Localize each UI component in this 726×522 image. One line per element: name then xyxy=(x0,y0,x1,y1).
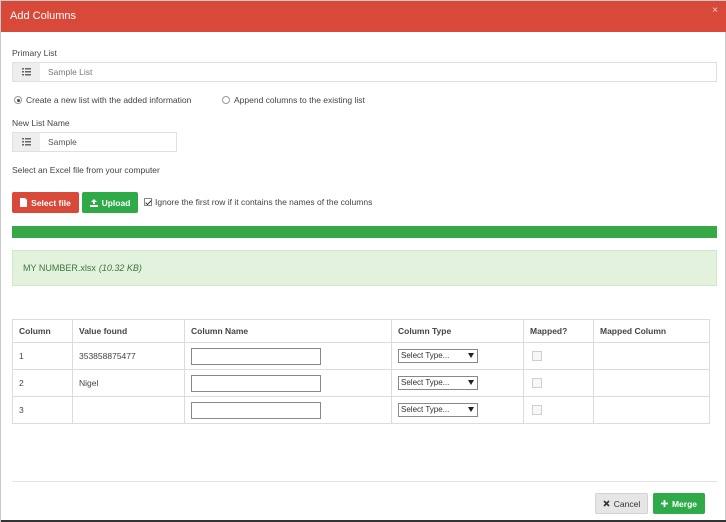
table-header-row: Column Value found Column Name Column Ty… xyxy=(12,319,710,343)
new-list-name-value: Sample xyxy=(48,137,77,147)
primary-list-label: Primary List xyxy=(12,48,57,58)
col-header-mapped: Mapped? xyxy=(523,319,594,343)
columns-table: Column Value found Column Name Column Ty… xyxy=(12,319,710,424)
column-type-select[interactable]: Select Type... xyxy=(398,349,478,363)
column-type-select[interactable]: Select Type... xyxy=(398,403,478,417)
select-file-button[interactable]: Select file xyxy=(12,192,79,213)
cell-value-found xyxy=(72,396,185,424)
table-row: 3 Select Type... xyxy=(12,396,710,424)
uploaded-file-size: (10.32 KB) xyxy=(98,263,142,273)
uploaded-file-name: MY NUMBER.xlsx xyxy=(23,263,96,273)
col-header-column: Column xyxy=(12,319,73,343)
col-header-column-name: Column Name xyxy=(184,319,392,343)
caret-down-icon xyxy=(468,407,474,412)
dialog-header: Add Columns × xyxy=(1,1,726,32)
file-icon xyxy=(20,198,28,207)
select-excel-label: Select an Excel file from your computer xyxy=(12,165,160,175)
column-type-value: Select Type... xyxy=(401,378,450,387)
cell-mapped-column xyxy=(593,396,710,424)
table-row: 1 353858875477 Select Type... xyxy=(12,342,710,370)
upload-progress-bar xyxy=(12,226,717,238)
column-name-input[interactable] xyxy=(191,347,321,365)
column-type-value: Select Type... xyxy=(401,405,450,414)
column-name-input[interactable] xyxy=(191,401,321,419)
primary-list-field[interactable]: Sample List xyxy=(12,62,717,82)
primary-list-value: Sample List xyxy=(48,67,93,77)
radio-append-label: Append columns to the existing list xyxy=(234,95,365,105)
radio-create-new-indicator[interactable] xyxy=(14,96,22,104)
ignore-first-row-option[interactable]: Ignore the first row if it contains the … xyxy=(144,197,372,207)
close-icon[interactable]: × xyxy=(712,5,718,16)
radio-create-new-list[interactable]: Create a new list with the added informa… xyxy=(14,95,191,105)
radio-create-new-label: Create a new list with the added informa… xyxy=(26,95,192,105)
mapped-checkbox[interactable] xyxy=(532,378,542,388)
cell-mapped-column xyxy=(593,369,710,397)
ignore-first-row-label: Ignore the first row if it contains the … xyxy=(155,197,373,207)
col-header-column-type: Column Type xyxy=(391,319,524,343)
new-list-name-label: New List Name xyxy=(12,118,70,128)
add-columns-dialog: Add Columns × Primary List Sample List C… xyxy=(0,0,726,522)
column-name-input[interactable] xyxy=(191,374,321,392)
new-list-name-field[interactable]: Sample xyxy=(12,132,177,152)
list-icon xyxy=(13,63,40,81)
footer-divider xyxy=(12,481,717,482)
cell-value-found: Nigel xyxy=(72,369,185,397)
cell-column: 3 xyxy=(12,396,73,424)
plus-icon xyxy=(660,500,668,507)
merge-button[interactable]: Merge xyxy=(653,493,705,514)
cancel-label: Cancel xyxy=(613,498,641,509)
cell-value-found: 353858875477 xyxy=(72,342,185,370)
mapped-checkbox[interactable] xyxy=(532,405,542,415)
radio-append-indicator[interactable] xyxy=(222,96,230,104)
col-header-mapped-column: Mapped Column xyxy=(593,319,710,343)
select-file-label: Select file xyxy=(31,197,71,208)
upload-icon xyxy=(89,198,98,207)
cancel-button[interactable]: Cancel xyxy=(595,493,648,514)
upload-label: Upload xyxy=(101,197,131,208)
caret-down-icon xyxy=(468,380,474,385)
upload-button[interactable]: Upload xyxy=(82,192,138,213)
uploaded-file-info: MY NUMBER.xlsx (10.32 KB) xyxy=(23,263,142,273)
column-type-value: Select Type... xyxy=(401,351,450,360)
column-type-select[interactable]: Select Type... xyxy=(398,376,478,390)
cell-mapped-column xyxy=(593,342,710,370)
dialog-title: Add Columns xyxy=(10,10,77,22)
mapped-checkbox[interactable] xyxy=(532,351,542,361)
table-row: 2 Nigel Select Type... xyxy=(12,369,710,397)
radio-append-columns[interactable]: Append columns to the existing list xyxy=(222,95,365,105)
caret-down-icon xyxy=(468,353,474,358)
col-header-value-found: Value found xyxy=(72,319,185,343)
cell-column: 1 xyxy=(12,342,73,370)
cell-column: 2 xyxy=(12,369,73,397)
uploaded-file-alert: MY NUMBER.xlsx (10.32 KB) xyxy=(12,250,717,286)
ignore-first-row-checkbox[interactable] xyxy=(144,198,152,206)
merge-label: Merge xyxy=(671,498,698,509)
list-icon xyxy=(13,133,40,151)
close-icon xyxy=(603,500,610,507)
